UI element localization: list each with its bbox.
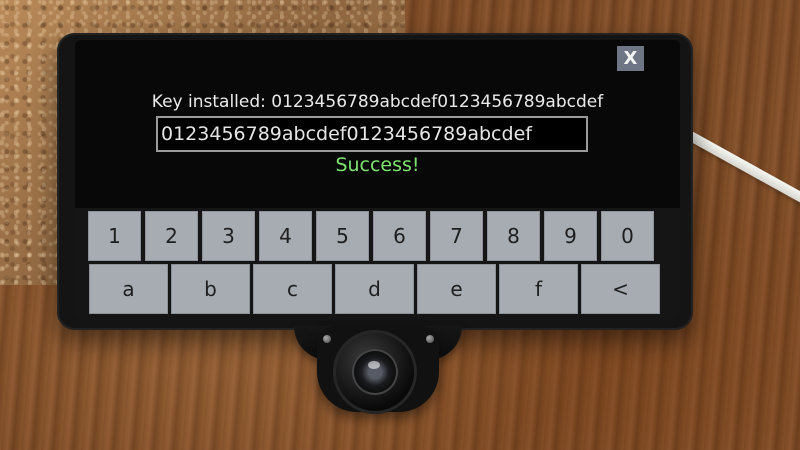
key-3[interactable]: 3 — [202, 211, 255, 261]
key-6[interactable]: 6 — [373, 211, 426, 261]
key-e[interactable]: e — [417, 264, 496, 314]
key-9[interactable]: 9 — [544, 211, 597, 261]
key-1[interactable]: 1 — [88, 211, 141, 261]
key-c[interactable]: c — [253, 264, 332, 314]
backspace-key[interactable]: < — [581, 264, 660, 314]
key-5[interactable]: 5 — [316, 211, 369, 261]
camera-lens-inner — [352, 349, 398, 395]
key-a[interactable]: a — [89, 264, 168, 314]
lens-reflection — [368, 361, 380, 369]
key-2[interactable]: 2 — [145, 211, 198, 261]
key-d[interactable]: d — [335, 264, 414, 314]
key-b[interactable]: b — [171, 264, 250, 314]
screw-right — [426, 335, 434, 343]
installed-key-value: 0123456789abcdef0123456789abcdef — [271, 92, 604, 112]
key-7[interactable]: 7 — [430, 211, 483, 261]
key-input-field[interactable]: 0123456789abcdef0123456789abcdef — [156, 116, 588, 152]
status-message: Success! — [335, 154, 420, 176]
key-installed-label: Key installed: — [151, 92, 266, 112]
key-4[interactable]: 4 — [259, 211, 312, 261]
screw-left — [323, 335, 331, 343]
key-8[interactable]: 8 — [487, 211, 540, 261]
on-screen-keyboard: 1 2 3 4 5 6 7 8 9 0 a b c d e f < — [75, 208, 680, 320]
key-0[interactable]: 0 — [601, 211, 654, 261]
key-f[interactable]: f — [499, 264, 578, 314]
close-button[interactable]: X — [617, 46, 644, 71]
key-installed-message: Key installed: 0123456789abcdef012345678… — [95, 92, 660, 112]
touch-screen: X Key installed: 0123456789abcdef0123456… — [75, 40, 680, 320]
